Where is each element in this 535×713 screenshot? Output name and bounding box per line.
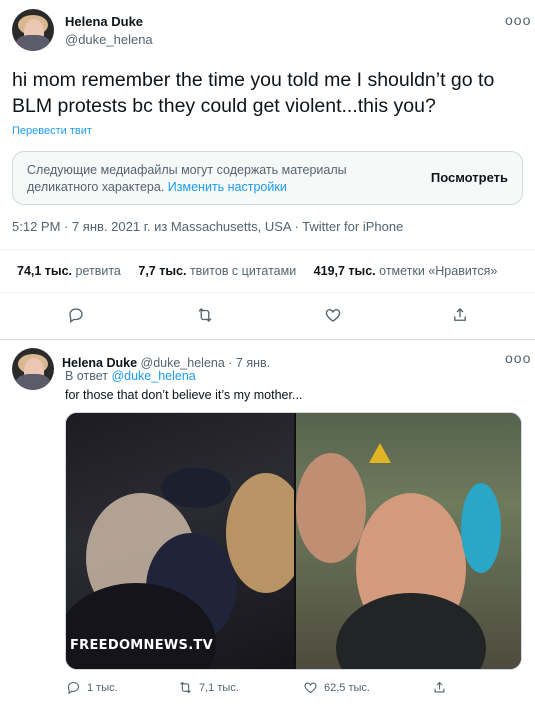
quote-count: 7,7 тыс. (138, 264, 187, 278)
sensitive-text: Следующие медиафайлы могут содержать мат… (27, 162, 397, 196)
like-stat[interactable]: 419,7 тыс. отметки «Нравится» (314, 264, 498, 278)
tweet-text: hi mom remember the time you told me I s… (12, 69, 495, 117)
reply-like-action[interactable]: 62,5 тыс. (303, 680, 370, 695)
sign-shape (369, 443, 391, 463)
view-media-button[interactable]: Посмотреть (431, 170, 508, 185)
reply-date[interactable]: · 7 янв. (228, 356, 270, 370)
sensitive-media-notice: Следующие медиафайлы могут содержать мат… (12, 151, 523, 205)
retweet-stat[interactable]: 74,1 тыс. ретвита (17, 264, 121, 278)
author-name[interactable]: Helena Duke (65, 14, 143, 29)
like-icon (304, 682, 317, 694)
more-icon[interactable]: ooo (505, 12, 531, 28)
author-handle[interactable]: @duke_helena (65, 32, 153, 47)
retweet-icon (180, 681, 191, 694)
reply-to-handle[interactable]: @duke_helena (111, 369, 195, 383)
reply-count: 1 тыс. (87, 681, 118, 694)
watermark: FREEDOMNEWS.TV (70, 638, 213, 653)
retweet-count: 74,1 тыс. (17, 264, 73, 278)
like-icon[interactable] (320, 302, 346, 328)
divider (0, 292, 535, 293)
thread-divider (0, 339, 535, 340)
retweet-label: ретвита (75, 264, 121, 278)
reply-author-name[interactable]: Helena Duke (62, 356, 137, 370)
divider (0, 249, 535, 250)
reply-header: Helena Duke @duke_helena · 7 янв. (62, 356, 270, 370)
avatar[interactable] (12, 9, 54, 51)
media-photo-right[interactable] (296, 413, 521, 669)
reply-share-action[interactable] (432, 680, 447, 695)
more-icon[interactable]: ooo (505, 350, 531, 366)
reply-icon[interactable] (63, 302, 89, 328)
reply-icon (67, 681, 80, 695)
reply-to-label: В ответ (65, 369, 108, 383)
media-grid[interactable]: FREEDOMNEWS.TV (65, 412, 522, 670)
reply-avatar[interactable] (12, 348, 54, 390)
retweet-count: 7,1 тыс. (199, 681, 239, 694)
reply-text: for those that don’t believe it’s my mot… (65, 388, 303, 402)
translate-link[interactable]: Перевести твит (12, 125, 92, 137)
tweet-stats: 74,1 тыс. ретвита 7,7 тыс. твитов с цита… (17, 264, 511, 278)
reply-reply-action[interactable]: 1 тыс. (66, 680, 118, 695)
like-label: отметки «Нравится» (379, 264, 498, 278)
reply-to: В ответ @duke_helena (65, 369, 196, 383)
change-settings-link[interactable]: Изменить настройки (168, 180, 287, 194)
share-icon[interactable] (447, 302, 473, 328)
reply-author-handle[interactable]: @duke_helena (141, 356, 225, 370)
quote-label: твитов с цитатами (189, 264, 297, 278)
reply-actions: 1 тыс. 7,1 тыс. 62,5 тыс. (0, 680, 535, 700)
tweet-actions (0, 302, 535, 330)
media-photo-left[interactable]: FREEDOMNEWS.TV (66, 413, 294, 669)
timestamp[interactable]: 5:12 PM · 7 янв. 2021 г. из Massachusett… (12, 219, 403, 234)
like-count: 419,7 тыс. (313, 264, 376, 278)
reply-retweet-action[interactable]: 7,1 тыс. (178, 680, 239, 695)
share-icon (434, 681, 445, 693)
retweet-icon[interactable] (192, 302, 218, 328)
quote-stat[interactable]: 7,7 тыс. твитов с цитатами (138, 264, 296, 278)
like-count: 62,5 тыс. (324, 681, 370, 694)
